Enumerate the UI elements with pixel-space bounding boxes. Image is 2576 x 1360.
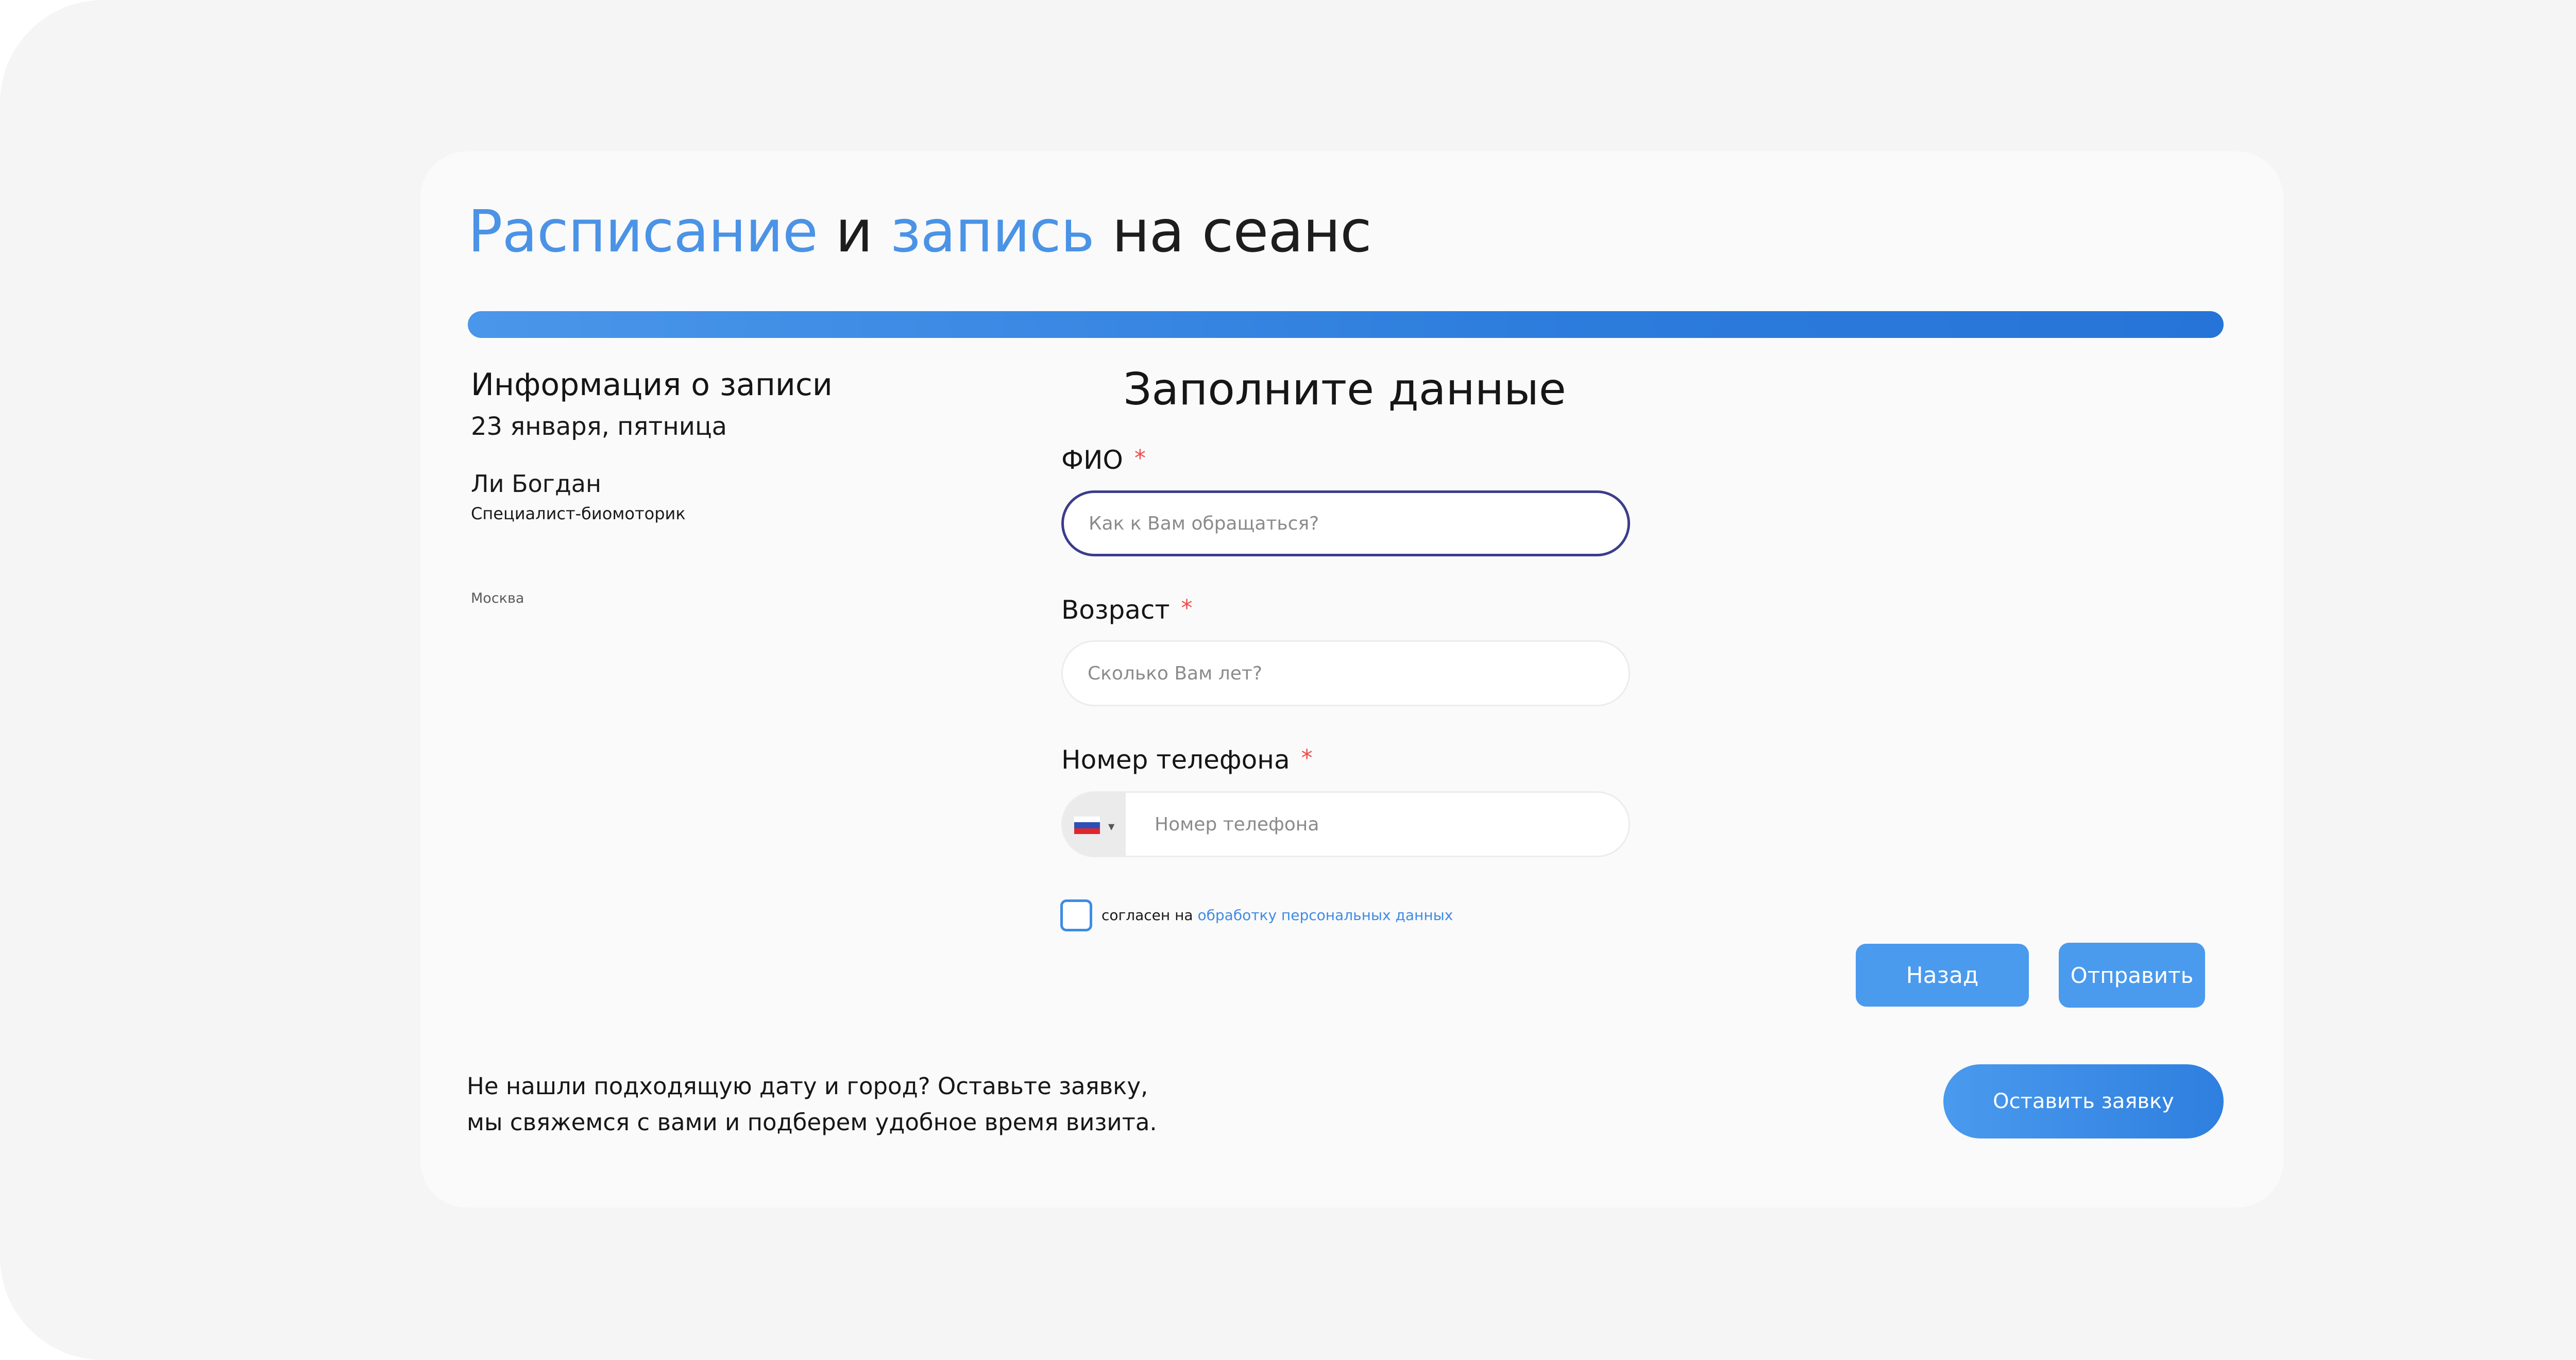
phone-label: Номер телефона * xyxy=(1061,745,1313,775)
leave-request-button[interactable]: Оставить заявку xyxy=(1943,1064,2224,1138)
specialist-name: Ли Богдан xyxy=(471,470,602,498)
title-part-booking: запись xyxy=(890,198,1095,265)
required-mark: * xyxy=(1181,595,1193,621)
personal-data-link[interactable]: обработку персональных данных xyxy=(1198,907,1453,924)
name-label-text: ФИО xyxy=(1061,445,1123,475)
consent-label: согласен на xyxy=(1101,907,1193,924)
consent-text: согласен на обработку персональных данны… xyxy=(1101,907,1453,924)
phone-label-text: Номер телефона xyxy=(1061,745,1290,775)
request-hint-text: Не нашли подходящую дату и город? Оставь… xyxy=(467,1073,1157,1136)
caret-down-icon: ▼ xyxy=(1108,822,1115,831)
page-title: Расписание и запись на сеанс xyxy=(468,191,1372,273)
page-background: Расписание и запись на сеанс Информация … xyxy=(0,0,2576,1360)
back-button[interactable]: Назад xyxy=(1856,944,2029,1007)
name-input[interactable] xyxy=(1061,490,1630,556)
age-label: Возраст * xyxy=(1061,595,1192,625)
country-code-select[interactable]: ▼ xyxy=(1063,793,1126,856)
submit-button[interactable]: Отправить xyxy=(2059,943,2205,1008)
booking-info-title: Информация о записи xyxy=(471,367,833,403)
specialist-role: Специалист-биомоторик xyxy=(471,504,686,523)
age-input[interactable] xyxy=(1061,640,1630,706)
phone-field: ▼ xyxy=(1061,791,1630,857)
consent-checkbox[interactable] xyxy=(1060,899,1092,931)
progress-bar xyxy=(468,311,2224,338)
required-mark: * xyxy=(1301,745,1313,771)
booking-city: Москва xyxy=(471,590,524,606)
title-part-and: и xyxy=(835,198,873,265)
required-mark: * xyxy=(1134,445,1146,471)
russia-flag-icon xyxy=(1074,817,1100,834)
phone-input[interactable] xyxy=(1126,793,1629,856)
name-label: ФИО * xyxy=(1061,445,1146,475)
form-title: Заполните данные xyxy=(1123,364,1566,415)
title-part-schedule: Расписание xyxy=(468,198,818,265)
age-label-text: Возраст xyxy=(1061,595,1170,625)
title-part-session: на сеанс xyxy=(1112,198,1371,265)
booking-date: 23 января, пятница xyxy=(471,412,727,441)
